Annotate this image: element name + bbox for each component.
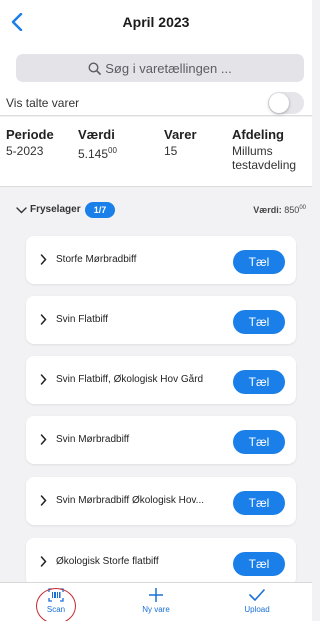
- item-name: Storfe Mørbradbiff: [56, 254, 137, 265]
- chevron-right-icon: [40, 254, 47, 265]
- new-item-tab[interactable]: Ny vare: [126, 585, 186, 614]
- upload-tab[interactable]: Upload: [227, 585, 287, 614]
- count-button[interactable]: Tæl: [233, 430, 285, 454]
- scan-highlight-circle: [36, 588, 76, 621]
- period-value: 5-2023: [6, 144, 44, 158]
- value-amount: 5.14500: [78, 144, 117, 161]
- list-item[interactable]: Svin Mørbradbiff Tæl: [26, 416, 296, 464]
- upload-tab-label: Upload: [244, 605, 270, 614]
- plus-icon: [149, 588, 163, 602]
- list-item[interactable]: Økologisk Storfe flatbiff Tæl: [26, 538, 296, 586]
- department-label: Afdeling: [232, 127, 284, 142]
- item-name: Svin Flatbiff, Økologisk Hov Gård: [56, 374, 204, 385]
- value-amount-main: 5.145: [78, 147, 109, 161]
- count-button[interactable]: Tæl: [233, 491, 285, 515]
- show-counted-row: Vis talte varer: [0, 88, 312, 116]
- chevron-right-icon: [40, 314, 47, 325]
- department-value: Millums testavdeling: [232, 144, 296, 172]
- group-value-amount: 850: [284, 205, 300, 215]
- search-input[interactable]: Søg i varetællingen ...: [16, 54, 304, 82]
- count-button[interactable]: Tæl: [233, 552, 285, 576]
- group-value: Værdi: 85000: [253, 205, 306, 215]
- department-line-1: Millums: [232, 144, 273, 158]
- group-value-decimals: 00: [299, 205, 306, 211]
- count-button[interactable]: Tæl: [233, 310, 285, 334]
- list-item[interactable]: Svin Flatbiff Tæl: [26, 296, 296, 344]
- item-name: Svin Mørbradbiff: [56, 434, 130, 445]
- search-icon: [88, 61, 102, 75]
- list-item[interactable]: Svin Flatbiff, Økologisk Hov Gård Tæl: [26, 356, 296, 404]
- new-item-tab-label: Ny vare: [142, 605, 170, 614]
- items-label: Varer: [164, 127, 197, 142]
- count-button[interactable]: Tæl: [233, 250, 285, 274]
- count-summary: Periode 5-2023 Værdi 5.14500 Varer 15 Af…: [0, 117, 312, 187]
- checkmark-icon: [249, 589, 265, 601]
- chevron-right-icon: [40, 374, 47, 385]
- search-container: Søg i varetællingen ...: [0, 44, 312, 88]
- list-item[interactable]: Svin Mørbradbiff Økologisk Hov... Tæl: [26, 477, 296, 525]
- chevron-right-icon: [40, 556, 47, 567]
- chevron-down-icon: [16, 207, 27, 214]
- department-line-2: testavdeling: [232, 158, 297, 172]
- show-counted-toggle[interactable]: [268, 92, 304, 114]
- department-column: Afdeling Millums testavdeling: [232, 127, 296, 172]
- value-column: Værdi 5.14500: [78, 127, 117, 161]
- chevron-right-icon: [40, 434, 47, 445]
- page-title: April 2023: [122, 14, 190, 30]
- search-placeholder: Søg i varetællingen ...: [105, 60, 232, 76]
- toggle-knob: [269, 93, 289, 113]
- show-counted-label: Vis talte varer: [6, 96, 80, 110]
- group-progress-badge: 1/7: [85, 202, 115, 218]
- period-column: Periode 5-2023: [6, 127, 54, 158]
- value-label: Værdi: [78, 127, 115, 142]
- group-name: Fryselager: [30, 204, 81, 215]
- chevron-right-icon: [40, 495, 47, 506]
- period-label: Periode: [6, 127, 54, 142]
- item-name: Svin Mørbradbiff Økologisk Hov...: [56, 495, 205, 506]
- group-header-fryselager[interactable]: Fryselager 1/7 Værdi: 85000: [0, 198, 312, 226]
- item-name: Svin Flatbiff: [56, 314, 109, 325]
- items-count: 15: [164, 144, 178, 158]
- list-item[interactable]: Storfe Mørbradbiff Tæl: [26, 236, 296, 284]
- items-column: Varer 15: [164, 127, 197, 158]
- header-bar: April 2023: [0, 0, 312, 44]
- value-amount-decimals: 00: [108, 146, 117, 155]
- group-value-label: Værdi:: [253, 205, 282, 215]
- count-button[interactable]: Tæl: [233, 370, 285, 394]
- item-name: Økologisk Storfe flatbiff: [56, 556, 159, 567]
